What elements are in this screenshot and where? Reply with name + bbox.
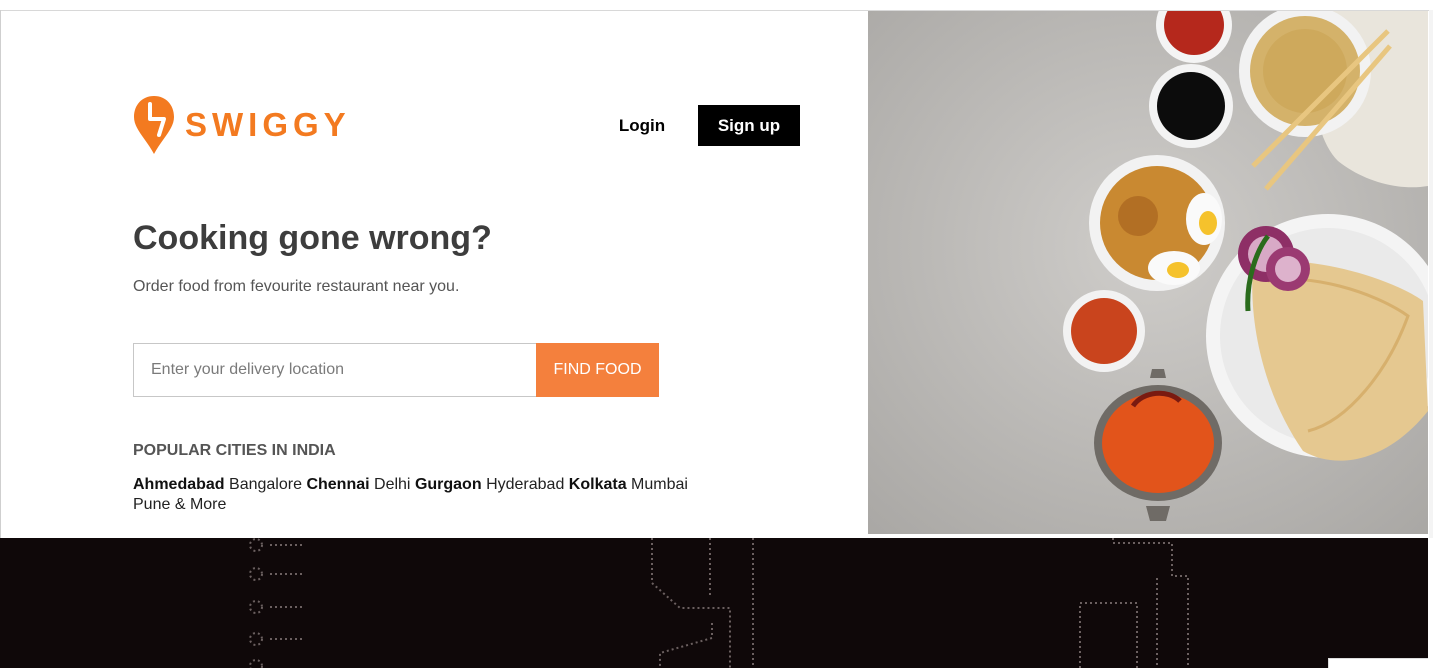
city-link-mumbai[interactable]: Mumbai xyxy=(631,476,688,493)
city-link-hyderabad[interactable]: Hyderabad xyxy=(486,476,564,493)
location-search: FIND FOOD xyxy=(133,343,659,397)
city-link-kolkata[interactable]: Kolkata xyxy=(569,476,627,493)
brand-wordmark: SWIGGY xyxy=(185,106,351,143)
city-link-more[interactable]: & More xyxy=(175,496,227,513)
signup-button[interactable]: Sign up xyxy=(698,105,800,146)
city-link-chennai[interactable]: Chennai xyxy=(306,476,369,493)
find-food-button[interactable]: FIND FOOD xyxy=(536,343,659,397)
city-link-bangalore[interactable]: Bangalore xyxy=(229,476,302,493)
popular-cities-list: Ahmedabad Bangalore Chennai Delhi Gurgao… xyxy=(133,475,713,515)
swiggy-logo-icon xyxy=(134,96,174,154)
brand-logo[interactable]: SWIGGY xyxy=(133,95,351,155)
delivery-location-input[interactable] xyxy=(133,343,536,397)
food-spread-image xyxy=(868,11,1428,534)
city-link-pune[interactable]: Pune xyxy=(133,496,170,513)
login-button[interactable]: Login xyxy=(610,106,674,146)
popular-cities-heading: POPULAR CITIES IN INDIA xyxy=(133,442,336,459)
footer-pattern xyxy=(249,538,1189,668)
city-link-ahmedabad[interactable]: Ahmedabad xyxy=(133,476,225,493)
page-title: Cooking gone wrong? xyxy=(133,219,492,257)
city-link-delhi[interactable]: Delhi xyxy=(374,476,410,493)
corner-notification[interactable] xyxy=(1328,658,1428,668)
scrollbar[interactable] xyxy=(1429,10,1433,538)
footer-banner xyxy=(0,538,1428,668)
city-link-gurgaon[interactable]: Gurgaon xyxy=(415,476,482,493)
page-subtitle: Order food from fevourite restaurant nea… xyxy=(133,278,460,295)
left-border xyxy=(0,10,1,540)
